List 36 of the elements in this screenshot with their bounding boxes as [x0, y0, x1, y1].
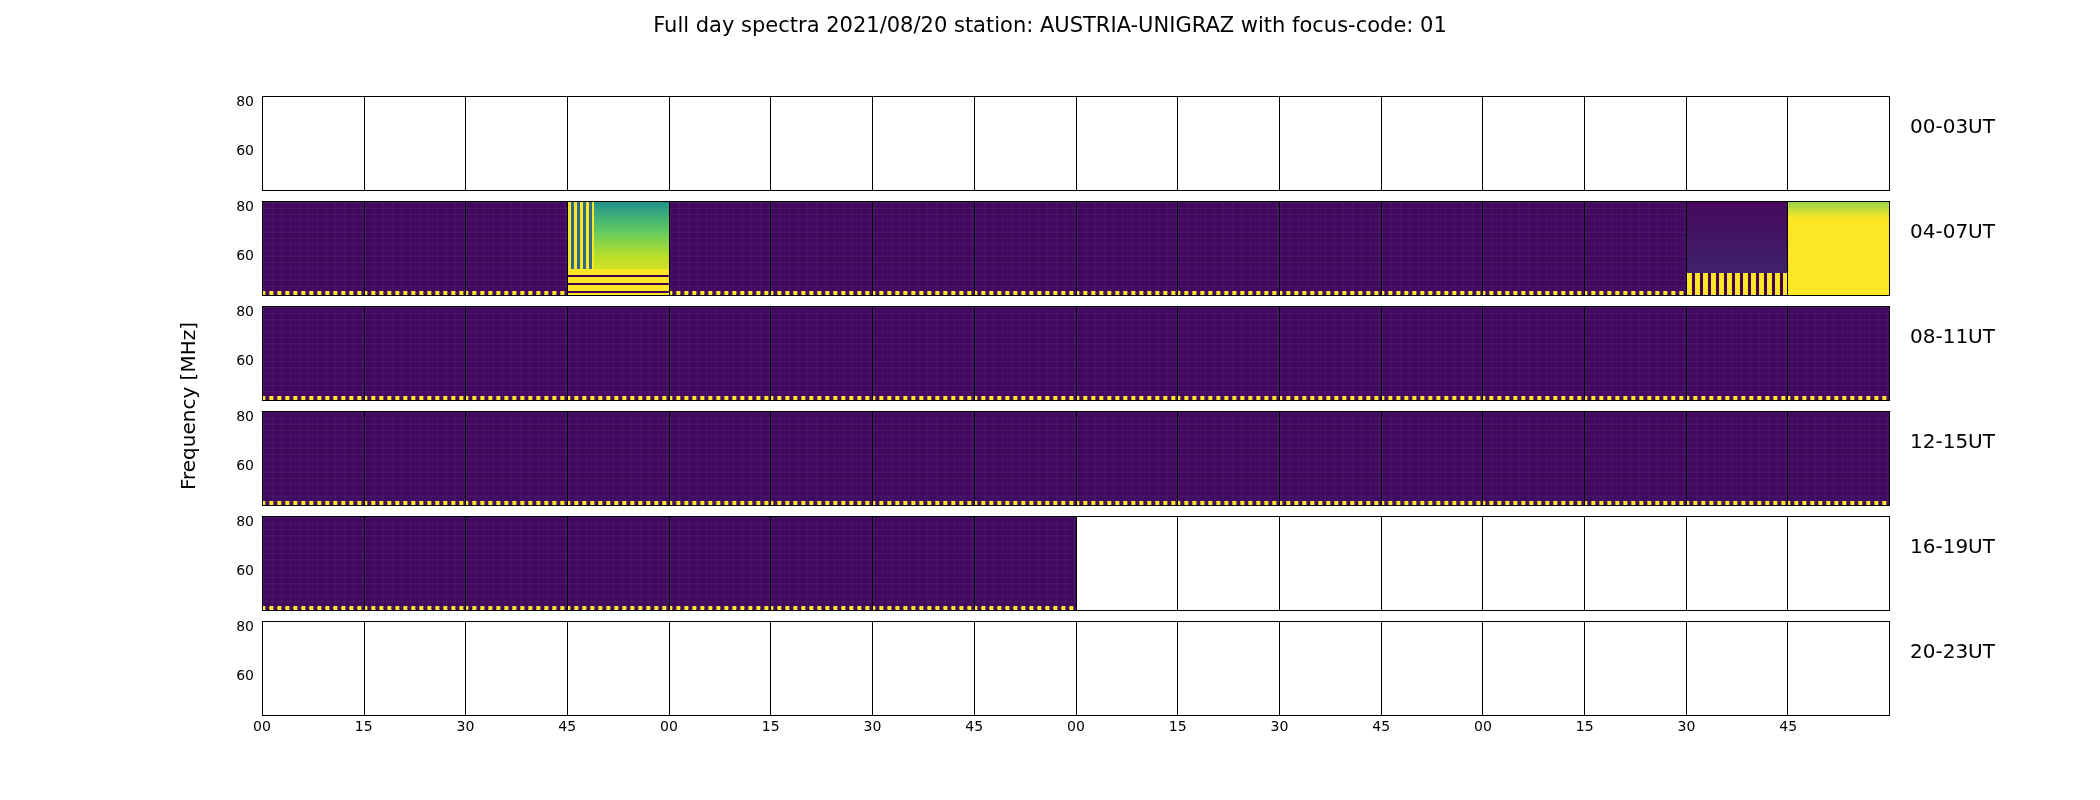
x-tick-label: 30: [456, 718, 475, 736]
y-tick-label: 60: [236, 247, 254, 263]
y-tick-label: 60: [236, 352, 254, 368]
y-axis-label: Frequency [MHz]: [176, 321, 200, 491]
y-tick-label: 60: [236, 142, 254, 158]
x-tick-label: 45: [1779, 718, 1798, 736]
x-tick-label: 15: [354, 718, 373, 736]
x-tick-label: 00: [1067, 718, 1085, 736]
y-tick-label: 60: [236, 562, 254, 578]
x-tick-label: 30: [1270, 718, 1289, 736]
y-tick-label: 80: [236, 408, 254, 424]
x-tick-label: 15: [761, 718, 780, 736]
y-tick-label: 80: [236, 513, 254, 529]
x-tick-label: 15: [1168, 718, 1187, 736]
x-tick-label: 45: [965, 718, 984, 736]
y-tick-label: 60: [236, 667, 254, 683]
time-range-label: 20-23UT: [1909, 638, 1996, 665]
y-tick-label: 80: [236, 93, 254, 109]
y-tick-label: 80: [236, 303, 254, 319]
x-tick-label: 15: [1575, 718, 1594, 736]
x-tick-label: 00: [660, 718, 678, 736]
x-tick-label: 30: [863, 718, 882, 736]
time-range-label: 12-15UT: [1909, 428, 1996, 455]
y-tick-label: 60: [236, 457, 254, 473]
x-tick-label: 00: [253, 718, 271, 736]
x-tick-label: 45: [1372, 718, 1391, 736]
x-tick-label: 45: [558, 718, 577, 736]
y-tick-label: 80: [236, 198, 254, 214]
time-range-label: 16-19UT: [1909, 533, 1996, 560]
y-tick-label: 80: [236, 618, 254, 634]
time-range-label: 00-03UT: [1909, 113, 1996, 140]
figure-title: Full day spectra 2021/08/20 station: AUSTRIA-UNIGRAZ with focus-code: 01: [652, 12, 1448, 39]
x-tick-label: 30: [1677, 718, 1696, 736]
x-tick-label: 00: [1474, 718, 1492, 736]
time-range-label: 08-11UT: [1909, 323, 1996, 350]
time-range-label: 04-07UT: [1909, 218, 1996, 245]
